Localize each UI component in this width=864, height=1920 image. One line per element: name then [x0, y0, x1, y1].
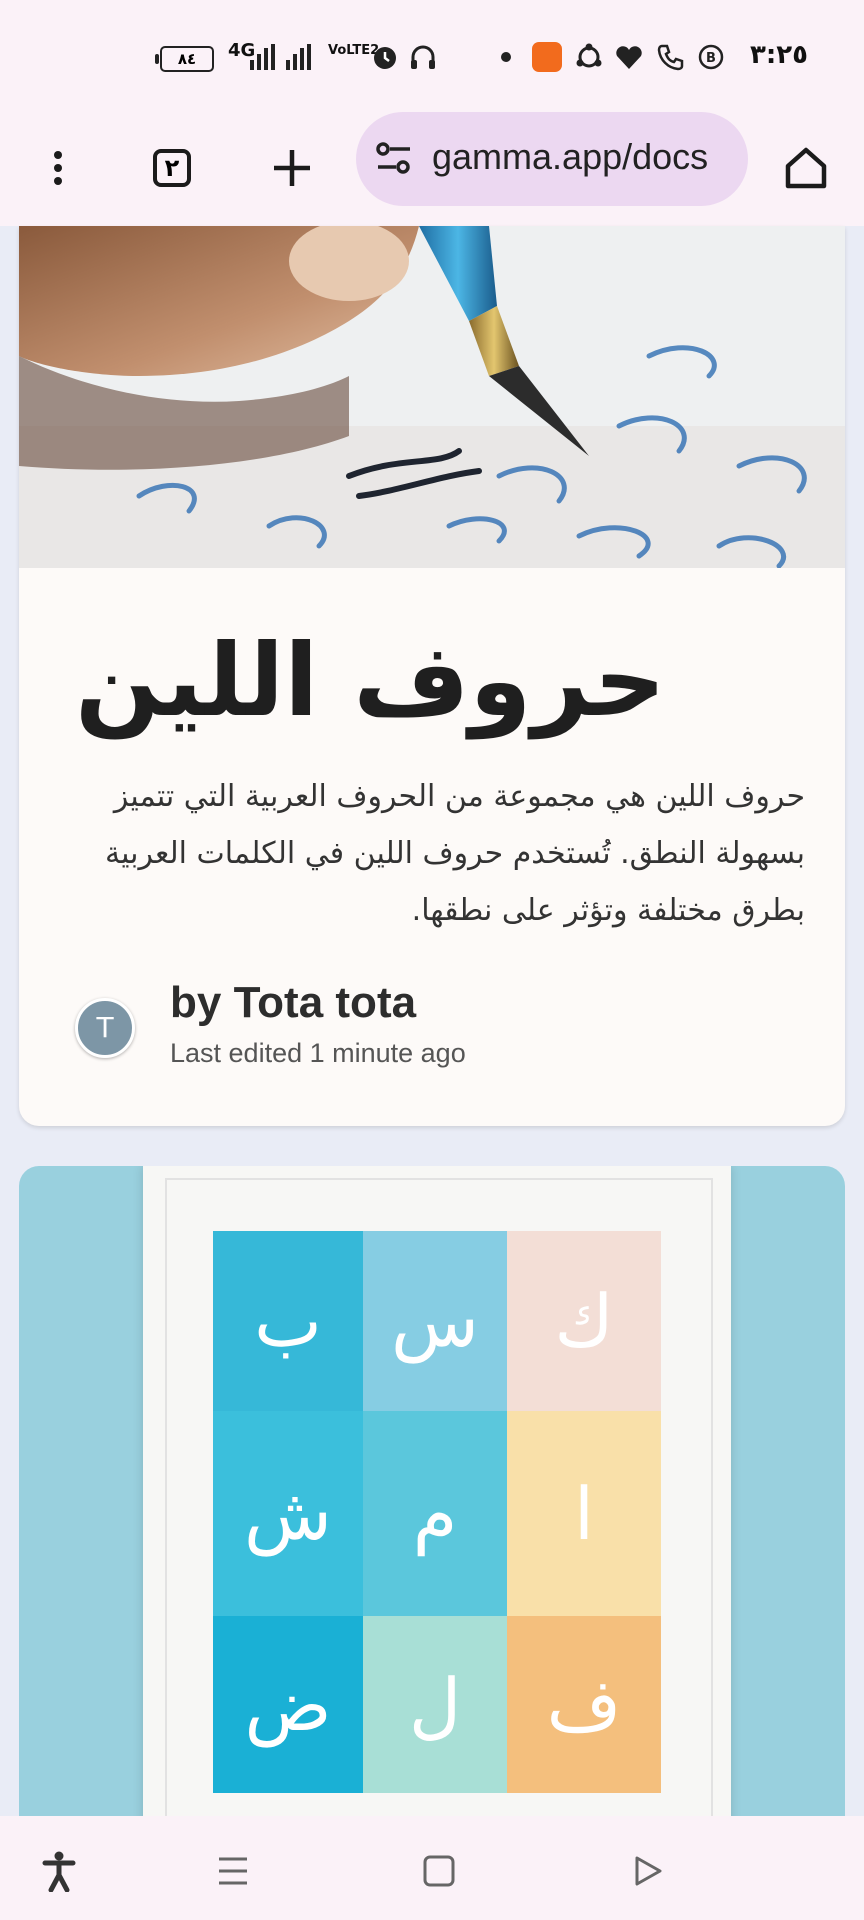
author-name: by Tota tota [170, 978, 417, 1027]
poster-letter-cell: ك [507, 1231, 661, 1411]
back-triangle-icon [635, 1856, 662, 1886]
battery-icon: ٨٤ [155, 46, 214, 72]
address-bar[interactable]: gamma.app/docs [356, 112, 748, 206]
sync-icon [576, 43, 602, 68]
alarm-icon [374, 47, 396, 69]
poster-letter-cell: ب [213, 1231, 363, 1411]
poster-letter-cell: ا [507, 1411, 661, 1616]
home-button[interactable] [768, 130, 844, 206]
status-bar: ٨٤ 4G VoLTE2 B ٣:٢٥ [0, 0, 864, 110]
accessibility-button[interactable] [34, 1846, 84, 1896]
recents-button[interactable] [208, 1846, 258, 1896]
poster-letter-cell: س [363, 1231, 507, 1411]
tab-count: ٢ [164, 154, 180, 182]
home-square-icon [423, 1855, 455, 1887]
url-text: gamma.app/docs [432, 136, 709, 177]
poster-letter-cell: ف [507, 1616, 661, 1793]
doc-title: حروف اللين [75, 622, 666, 739]
accessibility-icon [42, 1851, 76, 1892]
recents-icon [219, 1857, 247, 1885]
poster-letter-cell: ش [213, 1411, 363, 1616]
svg-text:B: B [706, 51, 716, 66]
poster-letter-cell: ض [213, 1616, 363, 1793]
calligraphy-pen-image [19, 226, 845, 568]
tabs-icon: ٢ [153, 149, 191, 187]
volte-label: VoLTE2 [328, 43, 380, 58]
headphones-icon [411, 45, 435, 69]
poster-frame: بسكشماضلف [143, 1166, 731, 1816]
avatar: T [75, 998, 135, 1058]
system-nav-bar [0, 1816, 864, 1920]
signal-icon-2 [286, 44, 311, 70]
doc-card-2[interactable]: بسكشماضلف [19, 1166, 845, 1816]
app-notification-icon [532, 42, 562, 72]
menu-dots-icon [54, 151, 62, 185]
poster-letter-cell: م [363, 1411, 507, 1616]
signal-icon [250, 44, 275, 70]
site-settings-icon[interactable] [374, 140, 414, 176]
whatsapp-business-icon: B [698, 44, 724, 70]
doc-description: حروف اللين هي مجموعة من الحروف العربية ا… [105, 779, 805, 928]
menu-button[interactable] [20, 130, 96, 206]
poster-image: بسكشماضلف [213, 1231, 661, 1793]
notification-dot-icon [501, 52, 511, 62]
hero-image [19, 226, 845, 568]
heart-icon [616, 46, 642, 69]
battery-level: ٨٤ [177, 50, 197, 68]
last-edited: Last edited 1 minute ago [170, 1038, 466, 1068]
clock: ٣:٢٥ [749, 40, 808, 70]
author-block: T by Tota tota Last edited 1 minute ago [75, 978, 775, 1078]
back-button[interactable] [622, 1846, 672, 1896]
home-nav-button[interactable] [414, 1846, 464, 1896]
home-icon [785, 147, 827, 189]
doc-card[interactable]: حروف اللين حروف اللين هي مجموعة من الحرو… [19, 226, 845, 1126]
poster-letter-cell: ل [363, 1616, 507, 1793]
new-tab-button[interactable] [254, 130, 330, 206]
call-icon [657, 44, 684, 71]
new-tab-icon [274, 150, 310, 186]
tabs-button[interactable]: ٢ [134, 130, 210, 206]
